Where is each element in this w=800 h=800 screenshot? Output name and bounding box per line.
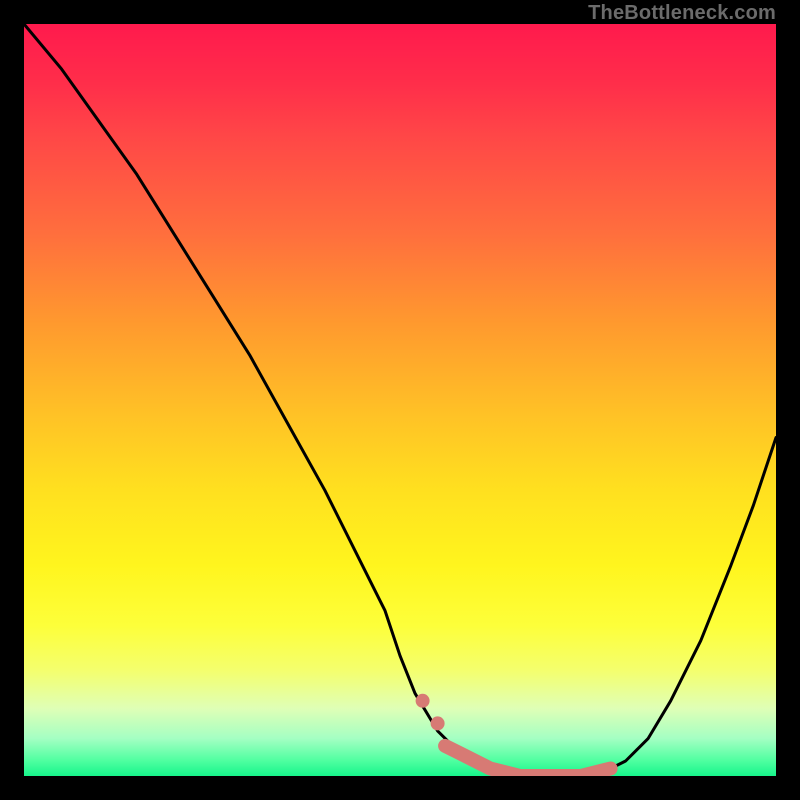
watermark-text: TheBottleneck.com (588, 2, 776, 25)
optimal-range-highlight (416, 694, 611, 776)
chart-frame (24, 24, 776, 776)
chart-svg (24, 24, 776, 776)
bottleneck-curve (24, 24, 776, 776)
plot-area (24, 24, 776, 776)
